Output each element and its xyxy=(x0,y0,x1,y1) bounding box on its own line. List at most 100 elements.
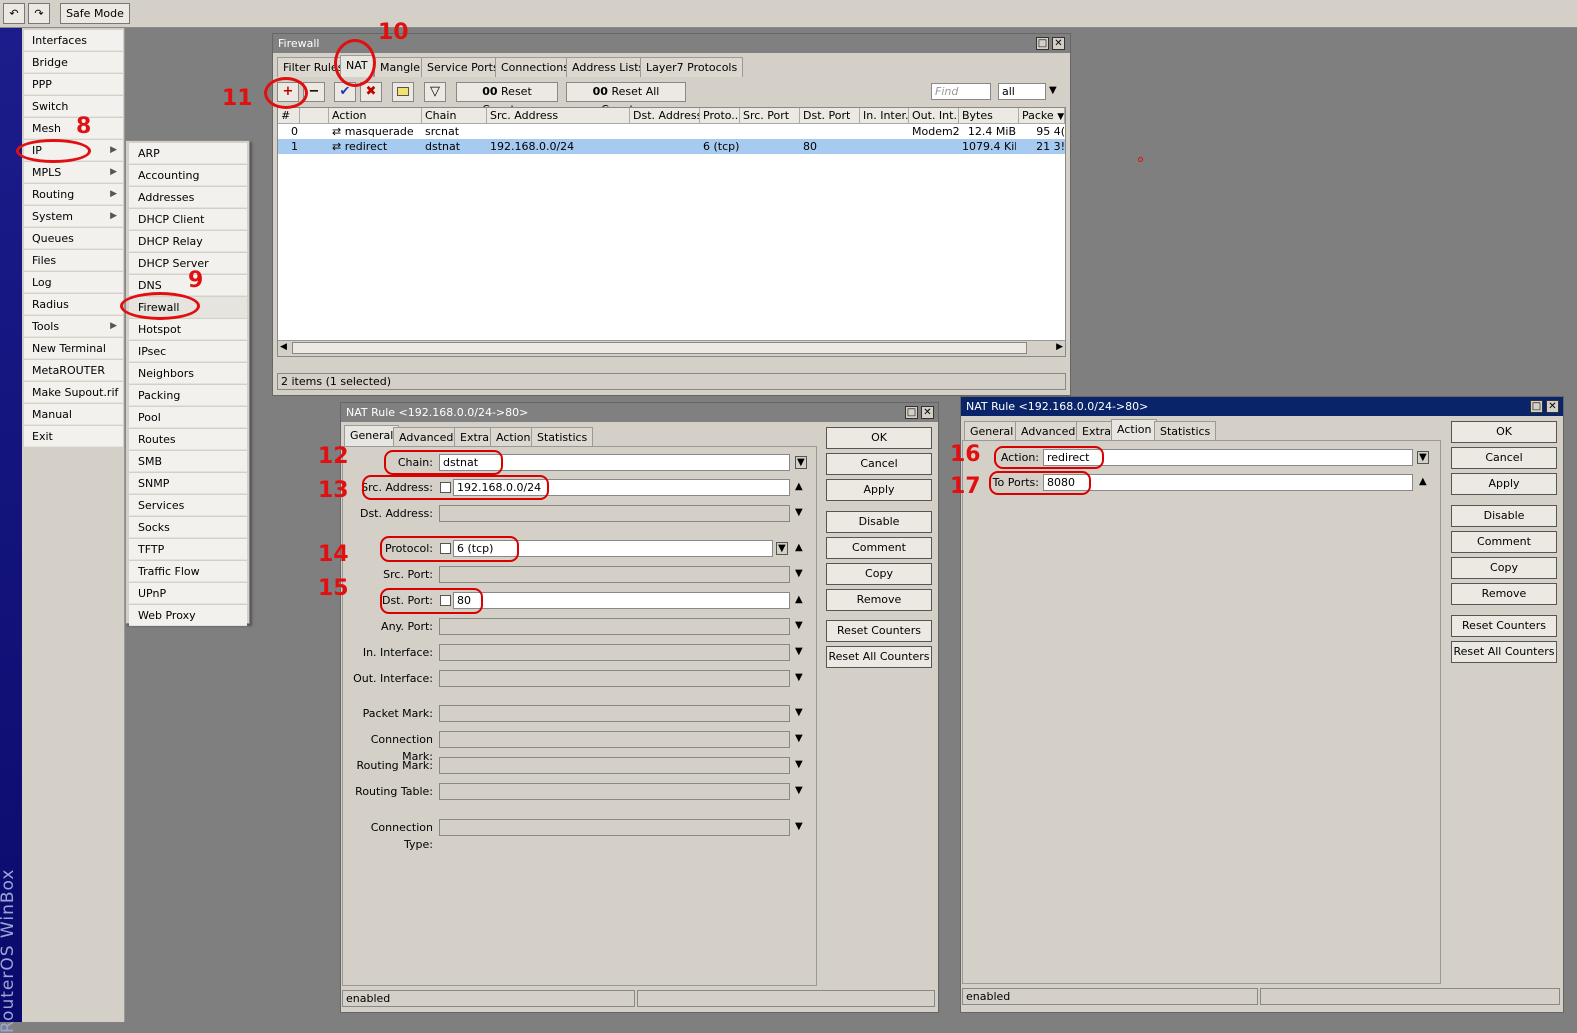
submenu-item-socks[interactable]: Socks xyxy=(129,517,247,538)
collapse-up-icon[interactable]: ▲ xyxy=(795,481,803,492)
submenu-item-snmp[interactable]: SNMP xyxy=(129,473,247,494)
comment-icon[interactable] xyxy=(392,82,414,102)
routing-mark-field[interactable] xyxy=(439,757,790,774)
tab-statistics[interactable]: Statistics xyxy=(1154,421,1217,441)
copy-button[interactable]: Copy xyxy=(1451,557,1557,579)
chevron-down-icon[interactable]: ▼ xyxy=(795,707,803,718)
close-icon[interactable]: ✕ xyxy=(1052,37,1065,50)
filter-icon[interactable]: ▽ xyxy=(424,82,446,102)
menu-item-queues[interactable]: Queues xyxy=(24,228,123,249)
chevron-down-icon[interactable]: ▼ xyxy=(795,785,803,796)
tab-connections[interactable]: Connections xyxy=(495,57,575,77)
tab-service-ports[interactable]: Service Ports xyxy=(421,57,505,77)
menu-item-system[interactable]: System ▶ xyxy=(24,206,123,227)
chevron-down-icon[interactable]: ▼ xyxy=(795,507,803,518)
reset-all-counters-button[interactable]: 00 Reset All Counters xyxy=(566,82,686,116)
submenu-item-neighbors[interactable]: Neighbors xyxy=(129,363,247,384)
tab-address-lists[interactable]: Address Lists xyxy=(566,57,651,77)
any-port-field[interactable] xyxy=(439,618,790,635)
find-input[interactable]: Find xyxy=(931,83,991,100)
src-port-field[interactable] xyxy=(439,566,790,583)
maximize-icon[interactable]: □ xyxy=(1036,37,1049,50)
tab-mangle[interactable]: Mangle xyxy=(374,57,427,77)
submenu-item-dhcp-relay[interactable]: DHCP Relay xyxy=(129,231,247,252)
apply-button[interactable]: Apply xyxy=(826,479,932,501)
menu-item-switch[interactable]: Switch xyxy=(24,96,123,117)
column-header[interactable]: # xyxy=(278,108,300,124)
submenu-item-web-proxy[interactable]: Web Proxy xyxy=(129,605,247,626)
tab-statistics[interactable]: Statistics xyxy=(531,427,594,447)
cancel-button[interactable]: Cancel xyxy=(826,453,932,475)
submenu-item-tftp[interactable]: TFTP xyxy=(129,539,247,560)
routing-table-field[interactable] xyxy=(439,783,790,800)
connection-mark-field[interactable] xyxy=(439,731,790,748)
close-icon[interactable]: ✕ xyxy=(921,406,934,419)
dst-address-field[interactable] xyxy=(439,505,790,522)
column-header[interactable]: Proto... xyxy=(700,108,740,124)
comment-button[interactable]: Comment xyxy=(1451,531,1557,553)
menu-item-bridge[interactable]: Bridge xyxy=(24,52,123,73)
reset-counters-button[interactable]: Reset Counters xyxy=(826,620,932,642)
column-header[interactable]: Src. Port xyxy=(740,108,800,124)
menu-item-routing[interactable]: Routing ▶ xyxy=(24,184,123,205)
submenu-item-routes[interactable]: Routes xyxy=(129,429,247,450)
submenu-item-ipsec[interactable]: IPsec xyxy=(129,341,247,362)
submenu-item-dhcp-client[interactable]: DHCP Client xyxy=(129,209,247,230)
submenu-item-addresses[interactable]: Addresses xyxy=(129,187,247,208)
scrollbar-thumb[interactable] xyxy=(292,342,1027,354)
tab-general[interactable]: General xyxy=(964,421,1020,441)
submenu-item-hotspot[interactable]: Hotspot xyxy=(129,319,247,340)
submenu-item-smb[interactable]: SMB xyxy=(129,451,247,472)
chevron-down-icon[interactable]: ▼ xyxy=(795,646,803,657)
chevron-down-icon[interactable]: ▼ xyxy=(795,821,803,832)
collapse-up-icon[interactable]: ▲ xyxy=(1419,476,1427,487)
menu-item-manual[interactable]: Manual xyxy=(24,404,123,425)
menu-item-interfaces[interactable]: Interfaces xyxy=(24,30,123,51)
column-header[interactable]: Bytes xyxy=(959,108,1019,124)
table-row[interactable]: 1 ⇄ redirect dstnat 192.168.0.0/24 6 (tc… xyxy=(278,139,1065,154)
disable-button[interactable]: Disable xyxy=(826,511,932,533)
apply-button[interactable]: Apply xyxy=(1451,473,1557,495)
filter-select[interactable]: all xyxy=(998,83,1046,100)
column-header[interactable]: In. Inter... xyxy=(860,108,909,124)
remove-button[interactable]: Remove xyxy=(826,589,932,611)
maximize-icon[interactable]: □ xyxy=(1530,400,1543,413)
menu-item-new-terminal[interactable]: New Terminal xyxy=(24,338,123,359)
chevron-down-icon[interactable]: ▼ xyxy=(1417,451,1429,464)
comment-button[interactable]: Comment xyxy=(826,537,932,559)
submenu-item-packing[interactable]: Packing xyxy=(129,385,247,406)
redo-icon[interactable]: ↷ xyxy=(28,3,50,24)
table-row[interactable]: 0 ⇄ masquerade srcnat Modem2 12.4 MiB 95… xyxy=(278,124,1065,139)
column-header[interactable]: Dst. Port xyxy=(800,108,860,124)
close-icon[interactable]: ✕ xyxy=(1546,400,1559,413)
disable-button[interactable]: Disable xyxy=(1451,505,1557,527)
column-header[interactable]: Src. Address xyxy=(487,108,630,124)
submenu-item-upnp[interactable]: UPnP xyxy=(129,583,247,604)
column-header[interactable]: Dst. Address xyxy=(630,108,700,124)
chevron-down-icon[interactable]: ▼ xyxy=(795,620,803,631)
safe-mode-button[interactable]: Safe Mode xyxy=(60,3,130,24)
dst-port-field[interactable]: 80 xyxy=(453,592,790,609)
chevron-down-icon[interactable]: ▼ xyxy=(795,456,807,469)
undo-icon[interactable]: ↶ xyxy=(3,3,25,24)
chevron-down-icon[interactable]: ▼ xyxy=(1049,85,1057,96)
submenu-item-accounting[interactable]: Accounting xyxy=(129,165,247,186)
reset-all-counters-button[interactable]: Reset All Counters xyxy=(1451,641,1557,663)
cancel-button[interactable]: Cancel xyxy=(1451,447,1557,469)
column-header[interactable]: Chain xyxy=(422,108,487,124)
maximize-icon[interactable]: □ xyxy=(905,406,918,419)
tab-action[interactable]: Action xyxy=(490,427,537,447)
chevron-down-icon[interactable]: ▼ xyxy=(795,759,803,770)
column-header[interactable]: Action xyxy=(329,108,422,124)
submenu-item-arp[interactable]: ARP xyxy=(129,143,247,164)
menu-item-tools[interactable]: Tools ▶ xyxy=(24,316,123,337)
menu-item-files[interactable]: Files xyxy=(24,250,123,271)
ok-button[interactable]: OK xyxy=(826,427,932,449)
scroll-left-icon[interactable]: ◀ xyxy=(280,342,287,352)
tab-action[interactable]: Action xyxy=(1111,419,1158,441)
connection-type-field[interactable] xyxy=(439,819,790,836)
chevron-down-icon[interactable]: ▼ xyxy=(776,542,788,555)
reset-counters-button[interactable]: Reset Counters xyxy=(1451,615,1557,637)
menu-item-make-supout[interactable]: Make Supout.rif xyxy=(24,382,123,403)
horizontal-scrollbar[interactable]: ◀ ▶ xyxy=(278,340,1065,356)
